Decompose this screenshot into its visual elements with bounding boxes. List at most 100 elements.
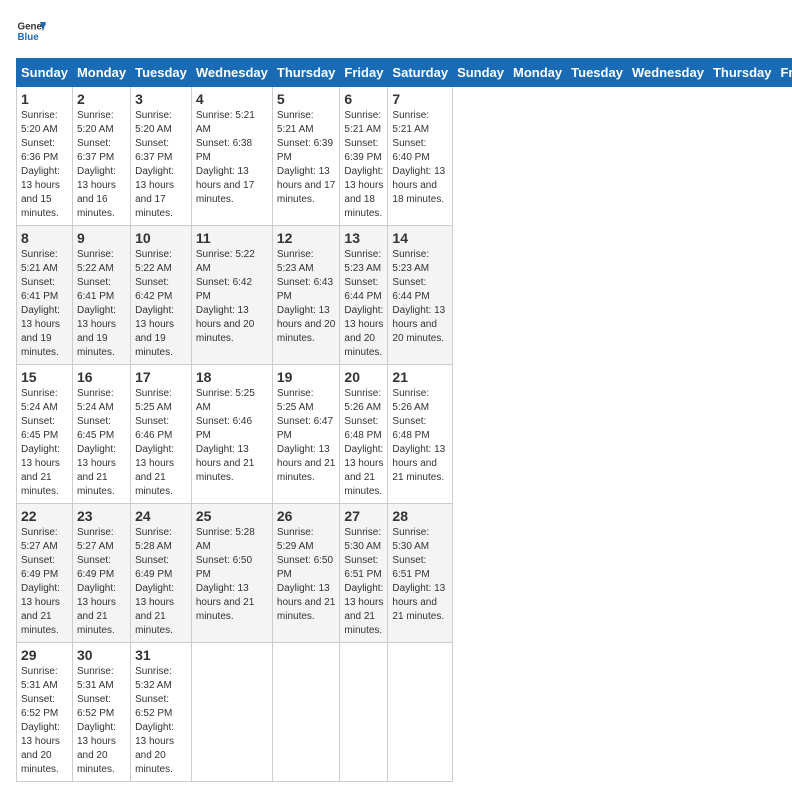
calendar-cell: 3 Sunrise: 5:20 AMSunset: 6:37 PMDayligh…: [131, 87, 192, 226]
day-info: Sunrise: 5:22 AMSunset: 6:42 PMDaylight:…: [196, 248, 268, 346]
day-number: 9: [77, 230, 126, 246]
logo: General Blue: [16, 16, 46, 46]
header-thursday: Thursday: [708, 59, 776, 87]
day-number: 3: [135, 91, 187, 107]
day-number: 18: [196, 369, 268, 385]
day-info: Sunrise: 5:25 AMSunset: 6:47 PMDaylight:…: [277, 387, 336, 485]
day-info: Sunrise: 5:21 AMSunset: 6:38 PMDaylight:…: [196, 109, 268, 207]
calendar-cell: 9 Sunrise: 5:22 AMSunset: 6:41 PMDayligh…: [72, 226, 130, 365]
calendar-week-0: 1 Sunrise: 5:20 AMSunset: 6:36 PMDayligh…: [17, 87, 792, 226]
day-number: 30: [77, 647, 126, 663]
calendar-week-3: 22 Sunrise: 5:27 AMSunset: 6:49 PMDaylig…: [17, 504, 792, 643]
day-number: 22: [21, 508, 68, 524]
calendar-cell: 14 Sunrise: 5:23 AMSunset: 6:44 PMDaylig…: [388, 226, 453, 365]
calendar-cell: 17 Sunrise: 5:25 AMSunset: 6:46 PMDaylig…: [131, 365, 192, 504]
calendar-cell: 19 Sunrise: 5:25 AMSunset: 6:47 PMDaylig…: [272, 365, 340, 504]
calendar-cell: 29 Sunrise: 5:31 AMSunset: 6:52 PMDaylig…: [17, 643, 73, 782]
calendar-cell: 31 Sunrise: 5:32 AMSunset: 6:52 PMDaylig…: [131, 643, 192, 782]
day-info: Sunrise: 5:20 AMSunset: 6:36 PMDaylight:…: [21, 109, 68, 221]
header-wednesday: Wednesday: [191, 59, 272, 87]
calendar-cell: 27 Sunrise: 5:30 AMSunset: 6:51 PMDaylig…: [340, 504, 388, 643]
day-number: 31: [135, 647, 187, 663]
calendar-week-1: 8 Sunrise: 5:21 AMSunset: 6:41 PMDayligh…: [17, 226, 792, 365]
day-info: Sunrise: 5:31 AMSunset: 6:52 PMDaylight:…: [77, 665, 126, 777]
calendar-cell: 15 Sunrise: 5:24 AMSunset: 6:45 PMDaylig…: [17, 365, 73, 504]
day-number: 15: [21, 369, 68, 385]
day-info: Sunrise: 5:27 AMSunset: 6:49 PMDaylight:…: [77, 526, 126, 638]
calendar-cell: [340, 643, 388, 782]
calendar-week-4: 29 Sunrise: 5:31 AMSunset: 6:52 PMDaylig…: [17, 643, 792, 782]
day-info: Sunrise: 5:26 AMSunset: 6:48 PMDaylight:…: [344, 387, 383, 499]
header-monday: Monday: [509, 59, 567, 87]
day-number: 1: [21, 91, 68, 107]
day-info: Sunrise: 5:20 AMSunset: 6:37 PMDaylight:…: [135, 109, 187, 221]
day-info: Sunrise: 5:23 AMSunset: 6:44 PMDaylight:…: [392, 248, 448, 346]
day-info: Sunrise: 5:23 AMSunset: 6:43 PMDaylight:…: [277, 248, 336, 346]
day-number: 4: [196, 91, 268, 107]
day-info: Sunrise: 5:21 AMSunset: 6:40 PMDaylight:…: [392, 109, 448, 207]
day-number: 23: [77, 508, 126, 524]
day-info: Sunrise: 5:21 AMSunset: 6:39 PMDaylight:…: [277, 109, 336, 207]
calendar-header-row: SundayMondayTuesdayWednesdayThursdayFrid…: [17, 59, 792, 87]
calendar-cell: 2 Sunrise: 5:20 AMSunset: 6:37 PMDayligh…: [72, 87, 130, 226]
header-sunday: Sunday: [453, 59, 509, 87]
day-number: 19: [277, 369, 336, 385]
day-info: Sunrise: 5:30 AMSunset: 6:51 PMDaylight:…: [344, 526, 383, 638]
day-number: 8: [21, 230, 68, 246]
calendar-cell: 23 Sunrise: 5:27 AMSunset: 6:49 PMDaylig…: [72, 504, 130, 643]
header-friday: Friday: [776, 59, 792, 87]
calendar-cell: 8 Sunrise: 5:21 AMSunset: 6:41 PMDayligh…: [17, 226, 73, 365]
header-tuesday: Tuesday: [131, 59, 192, 87]
day-number: 6: [344, 91, 383, 107]
day-number: 20: [344, 369, 383, 385]
day-number: 17: [135, 369, 187, 385]
calendar-cell: 7 Sunrise: 5:21 AMSunset: 6:40 PMDayligh…: [388, 87, 453, 226]
logo-icon: General Blue: [16, 16, 46, 46]
day-info: Sunrise: 5:30 AMSunset: 6:51 PMDaylight:…: [392, 526, 448, 624]
header-saturday: Saturday: [388, 59, 453, 87]
day-number: 29: [21, 647, 68, 663]
day-number: 2: [77, 91, 126, 107]
calendar-table: SundayMondayTuesdayWednesdayThursdayFrid…: [16, 58, 792, 782]
calendar-cell: 6 Sunrise: 5:21 AMSunset: 6:39 PMDayligh…: [340, 87, 388, 226]
calendar-cell: [191, 643, 272, 782]
day-number: 13: [344, 230, 383, 246]
day-info: Sunrise: 5:25 AMSunset: 6:46 PMDaylight:…: [135, 387, 187, 499]
day-number: 5: [277, 91, 336, 107]
calendar-cell: 13 Sunrise: 5:23 AMSunset: 6:44 PMDaylig…: [340, 226, 388, 365]
calendar-cell: 12 Sunrise: 5:23 AMSunset: 6:43 PMDaylig…: [272, 226, 340, 365]
calendar-cell: 20 Sunrise: 5:26 AMSunset: 6:48 PMDaylig…: [340, 365, 388, 504]
header-sunday: Sunday: [17, 59, 73, 87]
day-info: Sunrise: 5:23 AMSunset: 6:44 PMDaylight:…: [344, 248, 383, 360]
calendar-cell: 22 Sunrise: 5:27 AMSunset: 6:49 PMDaylig…: [17, 504, 73, 643]
calendar-cell: 21 Sunrise: 5:26 AMSunset: 6:48 PMDaylig…: [388, 365, 453, 504]
calendar-cell: 24 Sunrise: 5:28 AMSunset: 6:49 PMDaylig…: [131, 504, 192, 643]
day-info: Sunrise: 5:20 AMSunset: 6:37 PMDaylight:…: [77, 109, 126, 221]
header-wednesday: Wednesday: [627, 59, 708, 87]
day-number: 11: [196, 230, 268, 246]
day-number: 12: [277, 230, 336, 246]
day-info: Sunrise: 5:24 AMSunset: 6:45 PMDaylight:…: [21, 387, 68, 499]
day-info: Sunrise: 5:31 AMSunset: 6:52 PMDaylight:…: [21, 665, 68, 777]
day-info: Sunrise: 5:28 AMSunset: 6:49 PMDaylight:…: [135, 526, 187, 638]
day-number: 10: [135, 230, 187, 246]
day-number: 26: [277, 508, 336, 524]
calendar-cell: 18 Sunrise: 5:25 AMSunset: 6:46 PMDaylig…: [191, 365, 272, 504]
day-number: 16: [77, 369, 126, 385]
day-number: 24: [135, 508, 187, 524]
day-info: Sunrise: 5:26 AMSunset: 6:48 PMDaylight:…: [392, 387, 448, 485]
day-info: Sunrise: 5:24 AMSunset: 6:45 PMDaylight:…: [77, 387, 126, 499]
calendar-cell: 25 Sunrise: 5:28 AMSunset: 6:50 PMDaylig…: [191, 504, 272, 643]
calendar-cell: [388, 643, 453, 782]
day-info: Sunrise: 5:22 AMSunset: 6:42 PMDaylight:…: [135, 248, 187, 360]
calendar-cell: [272, 643, 340, 782]
calendar-cell: 11 Sunrise: 5:22 AMSunset: 6:42 PMDaylig…: [191, 226, 272, 365]
day-info: Sunrise: 5:28 AMSunset: 6:50 PMDaylight:…: [196, 526, 268, 624]
calendar-week-2: 15 Sunrise: 5:24 AMSunset: 6:45 PMDaylig…: [17, 365, 792, 504]
day-number: 21: [392, 369, 448, 385]
day-info: Sunrise: 5:32 AMSunset: 6:52 PMDaylight:…: [135, 665, 187, 777]
header-friday: Friday: [340, 59, 388, 87]
calendar-cell: 4 Sunrise: 5:21 AMSunset: 6:38 PMDayligh…: [191, 87, 272, 226]
page-header: General Blue: [16, 16, 776, 46]
day-info: Sunrise: 5:29 AMSunset: 6:50 PMDaylight:…: [277, 526, 336, 624]
